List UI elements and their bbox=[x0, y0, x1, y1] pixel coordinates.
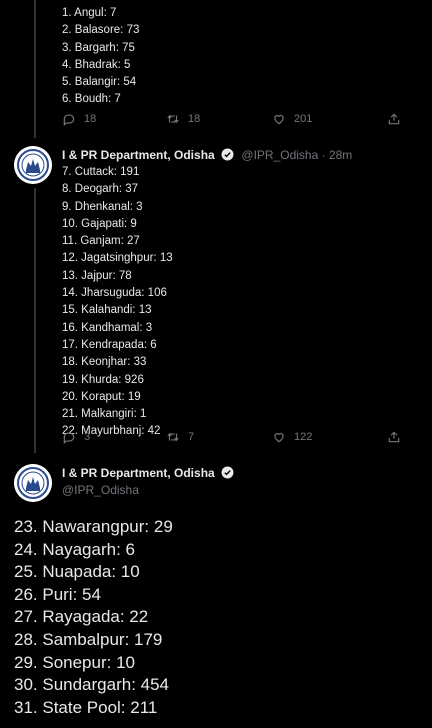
author-handle[interactable]: @IPR_Odisha bbox=[62, 483, 139, 497]
tweet3-text: 23. Nawarangpur: 29 24. Nayagarh: 6 25. … bbox=[14, 516, 173, 719]
retweet-count: 7 bbox=[188, 431, 195, 443]
list-item: 30. Sundargarh: 454 bbox=[14, 675, 170, 695]
list-item: 3. Bargarh: 75 bbox=[62, 41, 135, 54]
list-item: 13. Jajpur: 78 bbox=[62, 269, 132, 282]
like-count: 201 bbox=[294, 113, 313, 125]
like-button[interactable]: 201 bbox=[272, 112, 312, 126]
author-name[interactable]: I & PR Department, Odisha bbox=[62, 148, 215, 162]
author-handle[interactable]: @IPR_Odisha bbox=[241, 148, 318, 162]
share-icon bbox=[388, 113, 400, 125]
tweet3-header: I & PR Department, Odisha bbox=[62, 466, 238, 480]
reply-button[interactable]: 3 bbox=[62, 430, 90, 444]
thread-line bbox=[34, 188, 36, 453]
retweet-button[interactable]: 18 bbox=[166, 112, 200, 126]
list-item: 2. Balasore: 73 bbox=[62, 24, 140, 37]
tweet2-text: 7. Cuttack: 191 8. Deogarh: 37 9. Dhenka… bbox=[62, 164, 173, 441]
list-item: 9. Dhenkanal: 3 bbox=[62, 200, 143, 213]
list-item: 7. Cuttack: 191 bbox=[62, 166, 140, 178]
reply-button[interactable]: 18 bbox=[62, 112, 96, 126]
share-button[interactable] bbox=[387, 430, 401, 444]
tweet1-actions: 18 18 201 bbox=[62, 109, 402, 129]
reply-icon bbox=[63, 432, 75, 444]
retweet-icon bbox=[167, 114, 179, 124]
odisha-emblem-avatar[interactable] bbox=[14, 146, 52, 184]
thread-line bbox=[34, 0, 36, 138]
share-button[interactable] bbox=[387, 112, 401, 126]
list-item: 4. Bhadrak: 5 bbox=[62, 58, 131, 71]
list-item: 15. Kalahandi: 13 bbox=[62, 304, 152, 317]
retweet-count: 18 bbox=[188, 113, 201, 125]
list-item: 6. Boudh: 7 bbox=[62, 93, 121, 106]
like-icon bbox=[274, 433, 284, 443]
list-item: 8. Deogarh: 37 bbox=[62, 183, 139, 196]
like-icon bbox=[274, 115, 284, 125]
list-item: 20. Koraput: 19 bbox=[62, 390, 141, 403]
reply-count: 18 bbox=[84, 113, 97, 125]
list-item: 12. Jagatsinghpur: 13 bbox=[62, 252, 173, 265]
reply-icon bbox=[63, 114, 75, 126]
list-item: 14. Jharsuguda: 106 bbox=[62, 287, 167, 300]
list-item: 1. Angul: 7 bbox=[62, 7, 117, 19]
list-item: 28. Sambalpur: 179 bbox=[14, 629, 163, 649]
retweet-button[interactable]: 7 bbox=[166, 430, 194, 444]
author-name[interactable]: I & PR Department, Odisha bbox=[62, 466, 215, 480]
list-item: 24. Nayagarh: 6 bbox=[14, 539, 135, 559]
list-item: 23. Nawarangpur: 29 bbox=[14, 517, 173, 536]
verified-badge-icon bbox=[221, 466, 234, 479]
like-count: 122 bbox=[294, 431, 313, 443]
list-item: 29. Sonepur: 10 bbox=[14, 652, 135, 672]
list-item: 17. Kendrapada: 6 bbox=[62, 338, 157, 351]
reply-count: 3 bbox=[84, 431, 91, 443]
tweet-time[interactable]: · 28m bbox=[322, 148, 353, 162]
list-item: 18. Keonjhar: 33 bbox=[62, 356, 147, 369]
list-item: 31. State Pool: 211 bbox=[14, 697, 158, 717]
list-item: 21. Malkangiri: 1 bbox=[62, 408, 147, 421]
list-item: 27. Rayagada: 22 bbox=[14, 607, 149, 627]
odisha-emblem-avatar[interactable] bbox=[14, 464, 52, 502]
tweet2-header: I & PR Department, Odisha @IPR_Odisha · … bbox=[62, 148, 352, 162]
list-item: 26. Puri: 54 bbox=[14, 584, 101, 604]
retweet-icon bbox=[167, 432, 179, 442]
tweet2-actions: 3 7 122 bbox=[62, 427, 402, 447]
list-item: 10. Gajapati: 9 bbox=[62, 217, 137, 230]
list-item: 11. Ganjam: 27 bbox=[62, 235, 140, 248]
tweet1-text: 1. Angul: 7 2. Balasore: 73 3. Bargarh: … bbox=[62, 5, 139, 109]
list-item: 25. Nuapada: 10 bbox=[14, 562, 140, 582]
like-button[interactable]: 122 bbox=[272, 430, 312, 444]
list-item: 5. Balangir: 54 bbox=[62, 76, 137, 89]
verified-badge-icon bbox=[221, 148, 234, 161]
list-item: 16. Kandhamal: 3 bbox=[62, 321, 153, 334]
share-icon bbox=[388, 431, 400, 443]
list-item: 19. Khurda: 926 bbox=[62, 373, 144, 386]
